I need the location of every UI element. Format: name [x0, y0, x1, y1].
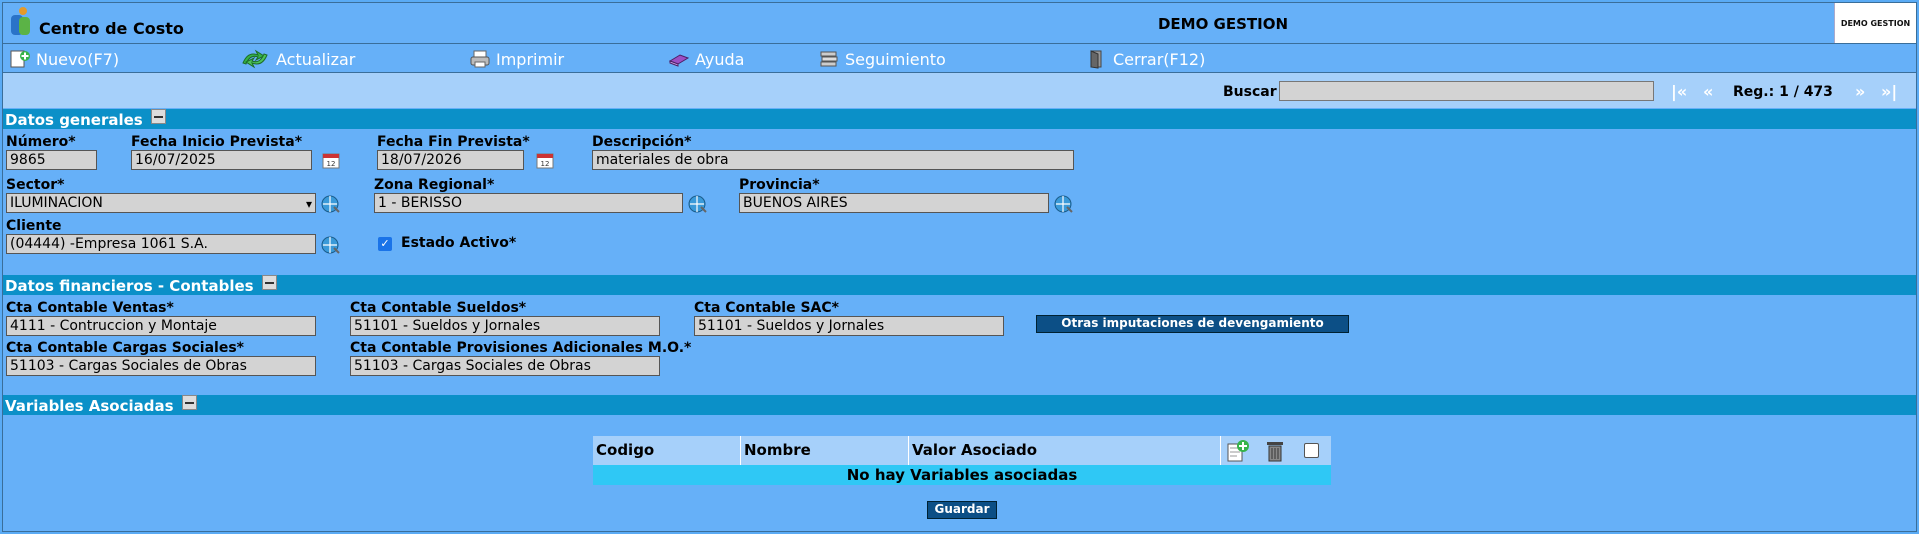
sector-select[interactable]: ILUMINACION ▾ [6, 193, 316, 213]
lookup-globe-icon[interactable] [319, 193, 341, 215]
sector-selected-value: ILUMINACION [10, 195, 103, 211]
financial-section-header: Datos financieros - Contables [3, 275, 1916, 295]
provincia-label: Provincia* [739, 177, 820, 193]
close-label: Cerrar(F12) [1113, 49, 1206, 69]
general-section-title: Datos generales [5, 111, 143, 129]
otras-imputaciones-button[interactable]: Otras imputaciones de devengamiento [1036, 315, 1349, 333]
cta-sueldos-field[interactable]: 51101 - Sueldos y Jornales [350, 316, 660, 336]
trash-icon[interactable] [1263, 438, 1287, 464]
tracking-stack-icon [820, 51, 838, 67]
zona-field[interactable]: 1 - BERISSO [374, 193, 683, 213]
descripcion-field[interactable]: materiales de obra [592, 150, 1074, 170]
cta-cargas-field[interactable]: 51103 - Cargas Sociales de Obras [6, 356, 316, 376]
cta-sac-field[interactable]: 51101 - Sueldos y Jornales [694, 316, 1004, 336]
collapse-financial-button[interactable] [261, 275, 277, 290]
previous-record-button[interactable]: « [1703, 82, 1713, 101]
collapse-variables-button[interactable] [181, 395, 197, 410]
general-section-header: Datos generales [3, 109, 1916, 129]
empty-message: No hay Variables asociadas [593, 465, 1331, 485]
tracking-label: Seguimiento [845, 49, 946, 69]
cta-ventas-field[interactable]: 4111 - Contruccion y Montaje [6, 316, 316, 336]
company-logo: DEMO GESTION [1834, 3, 1916, 43]
record-counter: Reg.: 1 / 473 [1733, 84, 1833, 100]
lookup-globe-icon[interactable] [686, 193, 708, 215]
variables-section-title: Variables Asociadas [5, 397, 174, 415]
help-label: Ayuda [695, 49, 745, 69]
first-record-button[interactable]: |« [1671, 82, 1687, 101]
next-record-button[interactable]: » [1855, 82, 1865, 101]
numero-label: Número* [6, 134, 76, 150]
main-frame: Centro de Costo DEMO GESTION DEMO GESTIO… [2, 2, 1917, 532]
select-all-checkbox[interactable] [1304, 443, 1319, 458]
help-book-icon [668, 54, 690, 67]
variables-section-header: Variables Asociadas [3, 395, 1916, 415]
calendar-icon[interactable]: 12 [534, 150, 556, 172]
toolbar: Nuevo(F7) Actualizar Imprimir Ayuda Segu… [3, 43, 1916, 73]
add-variable-icon[interactable] [1225, 438, 1251, 464]
help-button[interactable]: Ayuda [668, 49, 744, 69]
col-valor-asociado: Valor Asociado [909, 436, 1221, 465]
search-input[interactable] [1279, 81, 1654, 101]
search-label: Buscar [1223, 84, 1277, 100]
cta-cargas-label: Cta Contable Cargas Sociales* [6, 340, 244, 356]
zona-label: Zona Regional* [374, 177, 495, 193]
search-bar: Buscar |« « Reg.: 1 / 473 » »| [3, 73, 1916, 108]
fecha-fin-field[interactable]: 18/07/2026 [377, 150, 524, 170]
last-record-button[interactable]: »| [1881, 82, 1897, 101]
financial-section-title: Datos financieros - Contables [5, 277, 254, 295]
descripcion-label: Descripción* [592, 134, 692, 150]
calendar-icon[interactable]: 12 [320, 150, 342, 172]
cta-sac-label: Cta Contable SAC* [694, 300, 839, 316]
provincia-field[interactable]: BUENOS AIRES [739, 193, 1049, 213]
lookup-globe-icon[interactable] [1052, 193, 1074, 215]
new-label: Nuevo(F7) [36, 49, 120, 69]
collapse-general-button[interactable] [150, 109, 166, 124]
variables-table-header: Codigo Nombre Valor Asociado [593, 436, 1331, 465]
svg-text:12: 12 [541, 160, 550, 168]
print-label: Imprimir [496, 49, 565, 69]
lookup-globe-icon[interactable] [319, 234, 341, 256]
chevron-down-icon: ▾ [305, 197, 312, 211]
estado-activo-label: Estado Activo* [401, 235, 517, 251]
close-button[interactable]: Cerrar(F12) [1086, 49, 1205, 69]
refresh-icon [242, 49, 268, 69]
header: Centro de Costo DEMO GESTION DEMO GESTIO… [3, 3, 1916, 43]
update-label: Actualizar [276, 49, 356, 69]
fecha-fin-label: Fecha Fin Prevista* [377, 134, 530, 150]
cliente-label: Cliente [6, 218, 62, 234]
cliente-field[interactable]: (04444) -Empresa 1061 S.A. [6, 234, 316, 254]
fecha-inicio-label: Fecha Inicio Prevista* [131, 134, 303, 150]
save-button[interactable]: Guardar [927, 501, 997, 519]
printer-icon [470, 50, 490, 68]
exit-door-icon [1090, 50, 1102, 69]
print-button[interactable]: Imprimir [469, 49, 564, 69]
company-title: DEMO GESTION [1157, 15, 1289, 33]
cta-ventas-label: Cta Contable Ventas* [6, 300, 174, 316]
sector-label: Sector* [6, 177, 65, 193]
cta-provisiones-label: Cta Contable Provisiones Adicionales M.O… [350, 340, 692, 356]
update-button[interactable]: Actualizar [239, 49, 355, 69]
tracking-button[interactable]: Seguimiento [818, 49, 946, 69]
col-nombre: Nombre [741, 436, 909, 465]
variables-table: Codigo Nombre Valor Asociado No hay Vari… [593, 436, 1331, 485]
cta-sueldos-label: Cta Contable Sueldos* [350, 300, 527, 316]
fecha-inicio-field[interactable]: 16/07/2025 [131, 150, 312, 170]
new-document-icon [10, 50, 30, 68]
cta-provisiones-field[interactable]: 51103 - Cargas Sociales de Obras [350, 356, 660, 376]
col-codigo: Codigo [593, 436, 741, 465]
app-title: Centro de Costo [39, 19, 184, 38]
estado-activo-checkbox[interactable]: ✓ [378, 237, 392, 251]
svg-text:12: 12 [327, 160, 336, 168]
new-button[interactable]: Nuevo(F7) [9, 49, 119, 69]
app-logo-icon [11, 7, 30, 35]
numero-field[interactable]: 9865 [6, 150, 97, 170]
